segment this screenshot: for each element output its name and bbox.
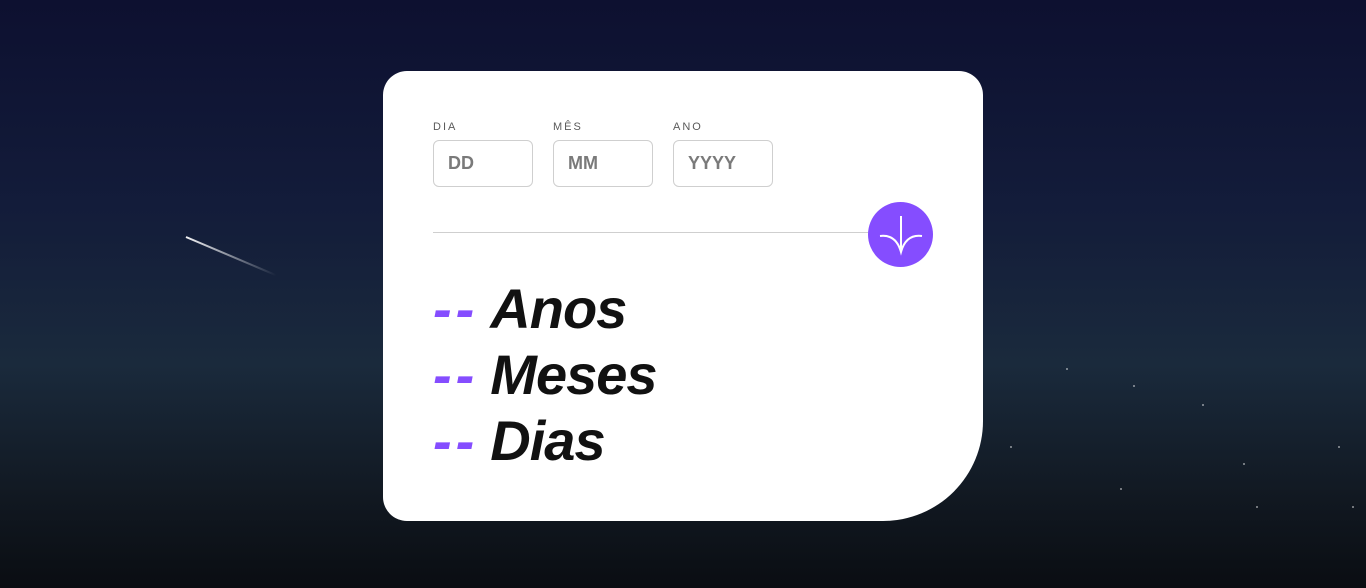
star [1066, 368, 1068, 370]
month-input[interactable] [553, 140, 653, 187]
day-label: DIA [433, 121, 458, 133]
shooting-star [185, 236, 277, 277]
star [1133, 385, 1135, 387]
star [1338, 446, 1340, 448]
year-input[interactable] [673, 140, 773, 187]
age-calculator-card: DIA MÊS ANO -- Anos -- Meses -- Dias [383, 71, 983, 521]
star [1202, 404, 1204, 406]
years-label: Anos [490, 277, 627, 340]
results: -- Anos -- Meses -- Dias [433, 276, 658, 474]
star [1120, 488, 1122, 490]
days-label: Dias [490, 409, 605, 472]
years-value: -- [433, 277, 479, 340]
year-label: ANO [673, 121, 703, 133]
day-field: DIA [433, 121, 533, 187]
arrow-down-icon [879, 215, 922, 256]
star [1256, 506, 1258, 508]
result-months: -- Meses [433, 342, 658, 408]
calculate-button[interactable] [868, 202, 933, 267]
months-value: -- [433, 343, 479, 406]
result-years: -- Anos [433, 276, 657, 342]
result-days: -- Dias [433, 408, 657, 474]
star [1010, 446, 1012, 448]
month-label: MÊS [553, 121, 583, 133]
month-field: MÊS [553, 121, 653, 187]
days-value: -- [433, 409, 479, 472]
months-label: Meses [490, 343, 657, 406]
star [1352, 506, 1354, 508]
divider [433, 232, 883, 233]
star [1243, 463, 1245, 465]
year-field: ANO [673, 121, 773, 187]
day-input[interactable] [433, 140, 533, 187]
